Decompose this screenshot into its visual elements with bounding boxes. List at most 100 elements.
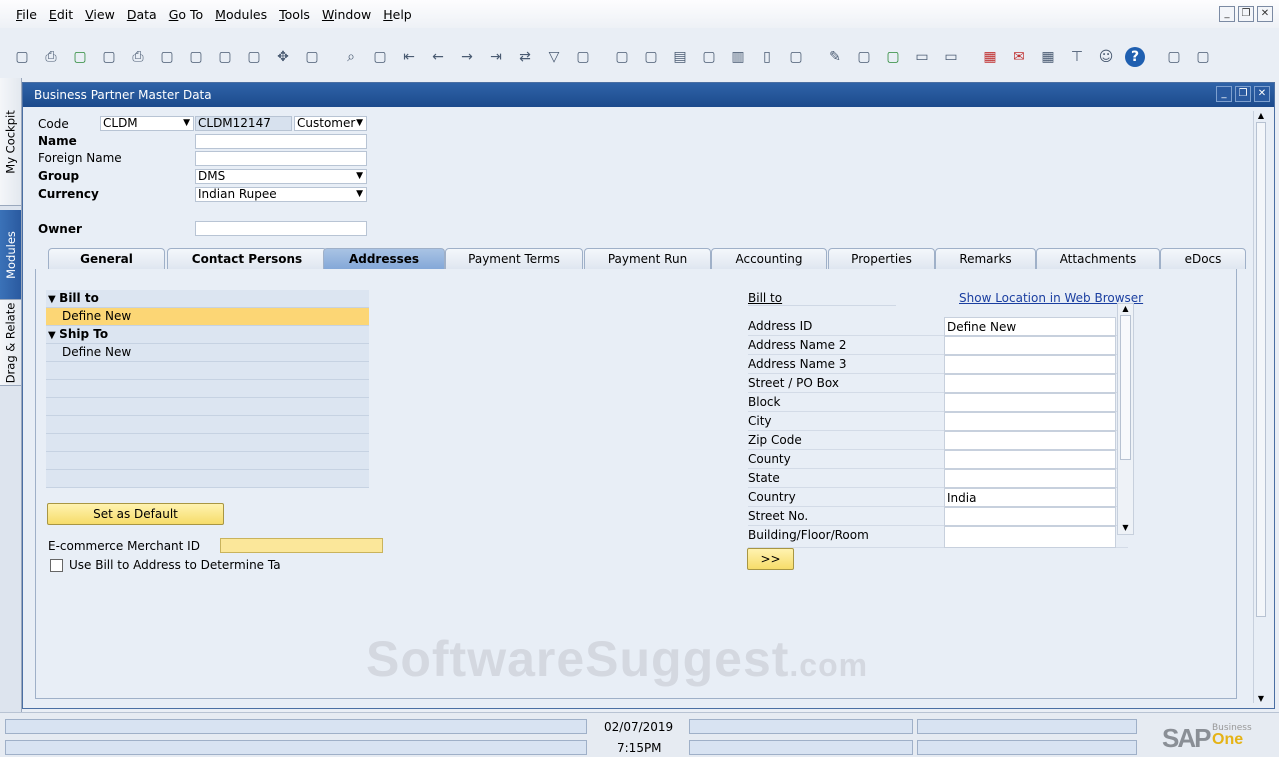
form-settings-icon[interactable]: ▢ (302, 47, 322, 67)
window-minimize-button[interactable]: _ (1216, 86, 1232, 102)
target-doc-icon[interactable]: ▢ (641, 47, 661, 67)
city-field[interactable] (944, 412, 1116, 431)
tab-general[interactable]: General (48, 248, 165, 269)
tab-contact-persons[interactable]: Contact Persons (167, 248, 327, 269)
tab-properties[interactable]: Properties (828, 248, 935, 269)
message-icon[interactable]: ▭ (912, 47, 932, 67)
menu-edit[interactable]: Edit (49, 7, 73, 22)
address-scrollbar[interactable]: ▲ ▼ (1117, 303, 1134, 535)
user-icon[interactable]: ☺ (1096, 47, 1116, 67)
print-icon[interactable]: ⎙ (41, 47, 61, 67)
send-icon[interactable]: ▢ (99, 47, 119, 67)
address-name-2-field[interactable] (944, 336, 1116, 355)
minimize-button[interactable]: _ (1219, 6, 1235, 22)
mail-alert-icon[interactable]: ✉ (1009, 47, 1029, 67)
code-field[interactable]: CLDM12147 (195, 116, 292, 131)
street-no-field[interactable] (944, 507, 1116, 526)
menu-window[interactable]: Window (322, 7, 371, 22)
group-select[interactable]: DMS (195, 169, 367, 184)
foreign-name-field[interactable] (195, 151, 367, 166)
tree-item-ship-to[interactable]: ▼ Ship To (46, 326, 369, 344)
filter-icon[interactable]: ▽ (544, 47, 564, 67)
menu-modules[interactable]: Modules (215, 7, 267, 22)
report-icon[interactable]: ▤ (670, 47, 690, 67)
tab-remarks[interactable]: Remarks (935, 248, 1036, 269)
pdf-icon[interactable]: ▢ (244, 47, 264, 67)
layout-icon[interactable]: ▢ (1193, 47, 1213, 67)
tab-addresses[interactable]: Addresses (323, 248, 445, 269)
add-icon[interactable]: ▢ (370, 47, 390, 67)
address-id-field[interactable]: Define New (944, 317, 1116, 336)
street-po-box-field[interactable] (944, 374, 1116, 393)
calendar-alert-icon[interactable]: ▦ (980, 47, 1000, 67)
tab-attachments[interactable]: Attachments (1036, 248, 1160, 269)
chat-icon[interactable]: ▭ (941, 47, 961, 67)
ecommerce-merchant-id-field[interactable] (220, 538, 383, 553)
code-series-select[interactable]: CLDM (100, 116, 194, 131)
menu-file[interactable]: File (16, 7, 37, 22)
address-name-3-field[interactable] (944, 355, 1116, 374)
sort-icon[interactable]: ▢ (573, 47, 593, 67)
menu-view[interactable]: View (85, 7, 115, 22)
menu-tools[interactable]: Tools (279, 7, 310, 22)
close-button[interactable]: ✕ (1257, 6, 1273, 22)
last-record-icon[interactable]: ⇥ (486, 47, 506, 67)
name-field[interactable] (195, 134, 367, 149)
zip-code-field[interactable] (944, 431, 1116, 450)
base-doc-icon[interactable]: ▢ (612, 47, 632, 67)
window-scrollbar[interactable]: ▲ ▼ (1253, 111, 1268, 703)
menu-data[interactable]: Data (127, 7, 157, 22)
approve-icon[interactable]: ▢ (883, 47, 903, 67)
tree-item-define-new[interactable]: Define New (46, 308, 369, 326)
move-icon[interactable]: ✥ (273, 47, 293, 67)
set-as-default-button[interactable]: Set as Default (47, 503, 224, 525)
window-maximize-button[interactable]: ❐ (1235, 86, 1251, 102)
gross-profit-icon[interactable]: ▢ (699, 47, 719, 67)
calendar-icon[interactable]: ▦ (1038, 47, 1058, 67)
side-tab-drag-relate[interactable]: Drag & Relate (0, 300, 21, 386)
tree-item-bill-to[interactable]: ▼ Bill to (46, 290, 369, 308)
settings-icon[interactable]: ▢ (1164, 47, 1184, 67)
first-record-icon[interactable]: ⇤ (399, 47, 419, 67)
query-icon[interactable]: ▢ (786, 47, 806, 67)
menu-go-to[interactable]: Go To (169, 7, 203, 22)
edit-icon[interactable]: ✎ (825, 47, 845, 67)
building-floor-room-field[interactable] (944, 526, 1116, 548)
doc2-icon[interactable]: ▢ (215, 47, 235, 67)
menu-help[interactable]: Help (383, 7, 412, 22)
bp-type-select[interactable]: Customer (294, 116, 367, 131)
chart-icon[interactable]: ▥ (728, 47, 748, 67)
preview-icon[interactable]: ▢ (12, 47, 32, 67)
previous-record-icon[interactable]: ← (428, 47, 448, 67)
tab-accounting[interactable]: Accounting (711, 248, 827, 269)
owner-field[interactable] (195, 221, 367, 236)
tab-payment-run[interactable]: Payment Run (584, 248, 711, 269)
export-icon[interactable]: ▢ (157, 47, 177, 67)
block-field[interactable] (944, 393, 1116, 412)
state-field[interactable] (944, 469, 1116, 488)
new-doc-icon[interactable]: ▢ (854, 47, 874, 67)
currency-select[interactable]: Indian Rupee (195, 187, 367, 202)
tab-edocs[interactable]: eDocs (1160, 248, 1246, 269)
expand-arrow-icon[interactable]: ▼ (48, 294, 59, 305)
next-record-icon[interactable]: → (457, 47, 477, 67)
org-icon[interactable]: ⊤ (1067, 47, 1087, 67)
restore-button[interactable]: ❐ (1238, 6, 1254, 22)
window-close-button[interactable]: ✕ (1254, 86, 1270, 102)
export-excel-icon[interactable]: ▢ (70, 47, 90, 67)
printer-icon[interactable]: ⎙ (128, 47, 148, 67)
more-address-button[interactable]: >> (747, 548, 794, 570)
journal-icon[interactable]: ▯ (757, 47, 777, 67)
tree-item-define-new[interactable]: Define New (46, 344, 369, 362)
help-icon[interactable]: ? (1125, 47, 1145, 67)
county-field[interactable] (944, 450, 1116, 469)
find-icon[interactable]: ⌕ (341, 47, 361, 67)
doc-icon[interactable]: ▢ (186, 47, 206, 67)
show-location-link[interactable]: Show Location in Web Browser (959, 291, 1143, 305)
side-tab-modules[interactable]: Modules (0, 210, 21, 300)
tab-payment-terms[interactable]: Payment Terms (445, 248, 583, 269)
expand-arrow-icon[interactable]: ▼ (48, 330, 59, 341)
refresh-icon[interactable]: ⇄ (515, 47, 535, 67)
country-field[interactable]: India (944, 488, 1116, 507)
side-tab-my-cockpit[interactable]: My Cockpit (0, 78, 21, 206)
